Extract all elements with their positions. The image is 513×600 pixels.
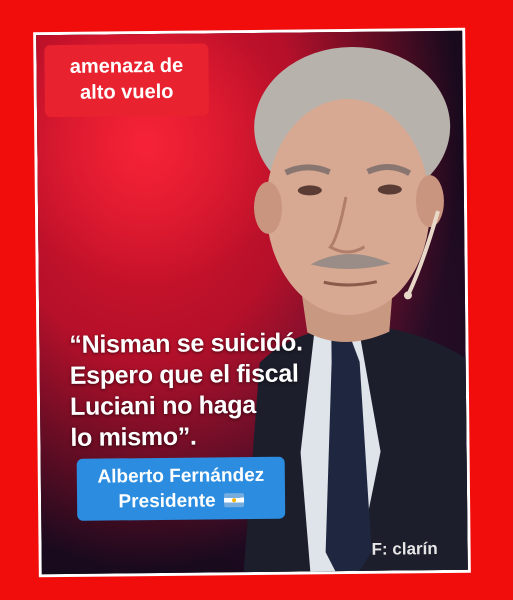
speaker-name: Alberto Fernández bbox=[97, 464, 265, 488]
argentina-flag-icon bbox=[223, 493, 244, 508]
source-credit: F: clarín bbox=[371, 539, 438, 559]
quote-line3: Luciani no haga bbox=[69, 390, 257, 421]
image-card: amenaza de alto vuelo “Nisman se suicidó… bbox=[33, 27, 471, 578]
quote-text: “Nisman se suicidó. Espero que el fiscal… bbox=[69, 327, 370, 454]
quote-line2: Espero que el fiscal bbox=[69, 359, 299, 390]
headline-tag-line1: amenaza de bbox=[69, 54, 184, 78]
quote-line4: lo mismo”. bbox=[70, 422, 197, 452]
headline-tag: amenaza de alto vuelo bbox=[44, 43, 210, 118]
speaker-title: Presidente bbox=[118, 490, 216, 513]
photo: amenaza de alto vuelo “Nisman se suicidó… bbox=[36, 30, 468, 575]
headline-tag-line2: alto vuelo bbox=[79, 80, 174, 104]
speaker-title-row: Presidente bbox=[77, 488, 285, 515]
speaker-badge: Alberto Fernández Presidente bbox=[76, 456, 286, 521]
quote-line1: “Nisman se suicidó. bbox=[69, 328, 303, 359]
